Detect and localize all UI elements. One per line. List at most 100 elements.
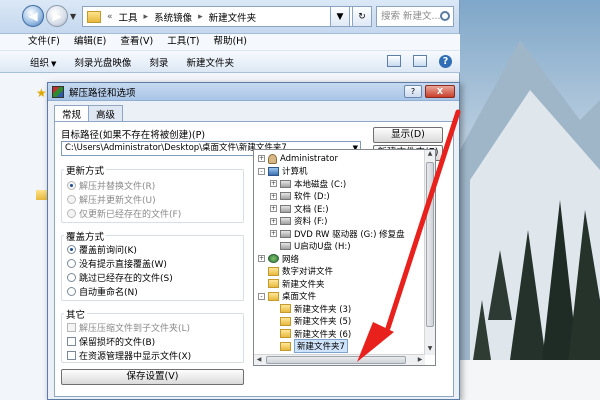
folder-icon: [280, 329, 291, 338]
radio-button[interactable]: [67, 273, 76, 282]
option-auto-rename[interactable]: 自动重命名(N): [67, 285, 138, 298]
tree-item[interactable]: 新建文件夹 (3): [270, 303, 351, 315]
option-ask-before-overwrite[interactable]: 覆盖前询问(K): [67, 243, 137, 256]
help-icon[interactable]: ?: [439, 55, 452, 68]
tree-item-label: 网络: [282, 254, 300, 265]
option-update-existing-only[interactable]: 仅更新已经存在的文件(F): [67, 207, 181, 220]
new-folder-button[interactable]: 新建文件夹: [186, 55, 234, 69]
scroll-left-icon[interactable]: ◀: [254, 355, 264, 365]
radio-button[interactable]: [67, 259, 76, 268]
tree-item[interactable]: + DVD RW 驱动器 (G:) 修复盘: [270, 228, 405, 240]
tree-item[interactable]: + 网络: [258, 253, 300, 265]
tree-item[interactable]: + 软件 (D:): [270, 191, 330, 202]
target-path-label: 目标路径(如果不存在将被创建)(P): [61, 130, 206, 141]
address-segment-new-folder[interactable]: 新建文件夹: [209, 10, 257, 24]
expand-icon[interactable]: +: [270, 192, 277, 200]
drive-icon: [280, 242, 291, 250]
expand-icon[interactable]: +: [270, 180, 277, 187]
option-skip-existing[interactable]: 跳过已经存在的文件(S): [67, 271, 173, 284]
tree-vertical-scrollbar[interactable]: ▲ ▼: [424, 150, 435, 355]
scroll-right-icon[interactable]: ▶: [415, 355, 425, 365]
back-button[interactable]: ◀: [22, 5, 44, 27]
radio-button[interactable]: [67, 181, 76, 190]
radio-button[interactable]: [67, 195, 76, 204]
view-options-icon[interactable]: [387, 55, 401, 67]
tree-item-label: 新建文件夹 (6): [294, 329, 352, 340]
radio-button[interactable]: [67, 209, 76, 218]
expand-icon[interactable]: +: [270, 217, 277, 225]
tree-item[interactable]: 新建文件夹 (6): [270, 328, 352, 340]
menu-edit[interactable]: 编辑(E): [68, 34, 114, 50]
expand-icon[interactable]: +: [270, 205, 277, 212]
tree-item-label: U启动U盘 (H:): [294, 242, 351, 252]
radio-button[interactable]: [67, 287, 76, 296]
checkbox[interactable]: [67, 351, 76, 360]
option-keep-broken-files[interactable]: 保留损坏的文件(B): [67, 335, 155, 348]
option-extract-replace[interactable]: 解压并替换文件(R): [67, 179, 155, 192]
tree-horizontal-scrollbar[interactable]: ◀ ▶: [254, 354, 425, 365]
preview-pane-icon[interactable]: [413, 55, 427, 67]
tree-item[interactable]: + 本地磁盘 (C:): [270, 178, 346, 190]
extract-options-dialog: 解压路径和选项 ? X 常规 高级 目标路径(如果不存在将被创建)(P) C:\…: [47, 82, 460, 400]
show-button[interactable]: 显示(D): [373, 127, 443, 143]
address-separator[interactable]: ▸: [144, 12, 149, 22]
option-overwrite-without-prompt[interactable]: 没有提示直接覆盖(W): [67, 257, 167, 270]
address-overflow[interactable]: «: [107, 12, 113, 22]
folder-icon: [87, 10, 101, 23]
scroll-thumb[interactable]: [266, 356, 406, 364]
refresh-button[interactable]: ↻: [352, 6, 372, 27]
burn-button[interactable]: 刻录: [149, 55, 168, 69]
forward-button[interactable]: ▶: [46, 5, 68, 27]
tree-item[interactable]: U启动U盘 (H:): [270, 241, 351, 252]
tree-item[interactable]: 新建文件夹: [258, 278, 325, 290]
radio-button[interactable]: [67, 245, 76, 254]
dialog-help-button[interactable]: ?: [404, 85, 422, 98]
recent-pages-dropdown[interactable]: ▼: [70, 12, 76, 21]
collapse-icon[interactable]: -: [258, 292, 265, 300]
save-settings-button[interactable]: 保存设置(V): [61, 369, 244, 385]
checkbox[interactable]: [67, 323, 76, 332]
tree-item-label: 数字对讲文件: [282, 267, 334, 277]
address-bar[interactable]: « 工具 ▸ 系统镜像 ▸ 新建文件夹: [82, 6, 372, 27]
tree-item[interactable]: + 资料 (F:): [270, 216, 327, 227]
scroll-thumb[interactable]: [426, 162, 434, 327]
tree-item-label: 软件 (D:): [294, 192, 330, 202]
tree-item[interactable]: 数字对讲文件: [258, 266, 333, 277]
expand-icon[interactable]: +: [270, 230, 277, 237]
organize-button[interactable]: 组织 ▼: [30, 55, 56, 69]
option-extract-update[interactable]: 解压并更新文件(U): [67, 193, 156, 206]
option-label: 在资源管理器中显示文件(X): [79, 352, 192, 362]
menu-view[interactable]: 查看(V): [114, 34, 161, 50]
menu-help[interactable]: 帮助(H): [207, 34, 255, 50]
address-dropdown-button[interactable]: ▼: [330, 6, 350, 27]
address-segment-system-image[interactable]: 系统镜像: [154, 10, 192, 24]
tree-item[interactable]: + Administrator: [258, 153, 338, 164]
tree-item[interactable]: - 计算机: [258, 166, 308, 177]
network-icon: [268, 254, 279, 263]
tree-item[interactable]: 新建文件夹7: [270, 339, 348, 353]
option-show-in-explorer[interactable]: 在资源管理器中显示文件(X): [67, 349, 191, 362]
tree-item[interactable]: - 桌面文件: [258, 291, 316, 302]
collapse-icon[interactable]: -: [258, 167, 265, 175]
checkbox[interactable]: [67, 337, 76, 346]
scroll-up-icon[interactable]: ▲: [426, 150, 434, 160]
address-segment-tools[interactable]: 工具: [119, 10, 138, 24]
folder-icon: [268, 279, 279, 288]
dialog-close-button[interactable]: X: [425, 85, 455, 98]
drive-icon: [280, 179, 291, 188]
folder-tree[interactable]: + Administrator - 计算机 + 本地磁盘 (C:) + 软件 (D:) + 文档 …: [253, 149, 436, 366]
option-label: 解压并替换文件(R): [79, 182, 156, 192]
expand-icon[interactable]: +: [258, 255, 265, 262]
menu-tools[interactable]: 工具(T): [161, 34, 207, 50]
dialog-titlebar[interactable]: 解压路径和选项 ? X: [48, 83, 459, 101]
burn-disc-image-button[interactable]: 刻录光盘映像: [74, 55, 131, 69]
scroll-down-icon[interactable]: ▼: [426, 345, 434, 355]
menu-file[interactable]: 文件(F): [22, 34, 68, 50]
tree-item[interactable]: + 文档 (E:): [270, 203, 329, 215]
favorites-star-icon[interactable]: ★: [36, 86, 47, 100]
tree-item[interactable]: 新建文件夹 (5): [270, 316, 351, 327]
expand-icon[interactable]: +: [258, 155, 265, 162]
address-separator[interactable]: ▸: [198, 12, 203, 22]
misc-options-title: 其它: [64, 307, 88, 321]
option-extract-to-subfolders[interactable]: 解压压缩文件到子文件夹(L): [67, 321, 190, 334]
